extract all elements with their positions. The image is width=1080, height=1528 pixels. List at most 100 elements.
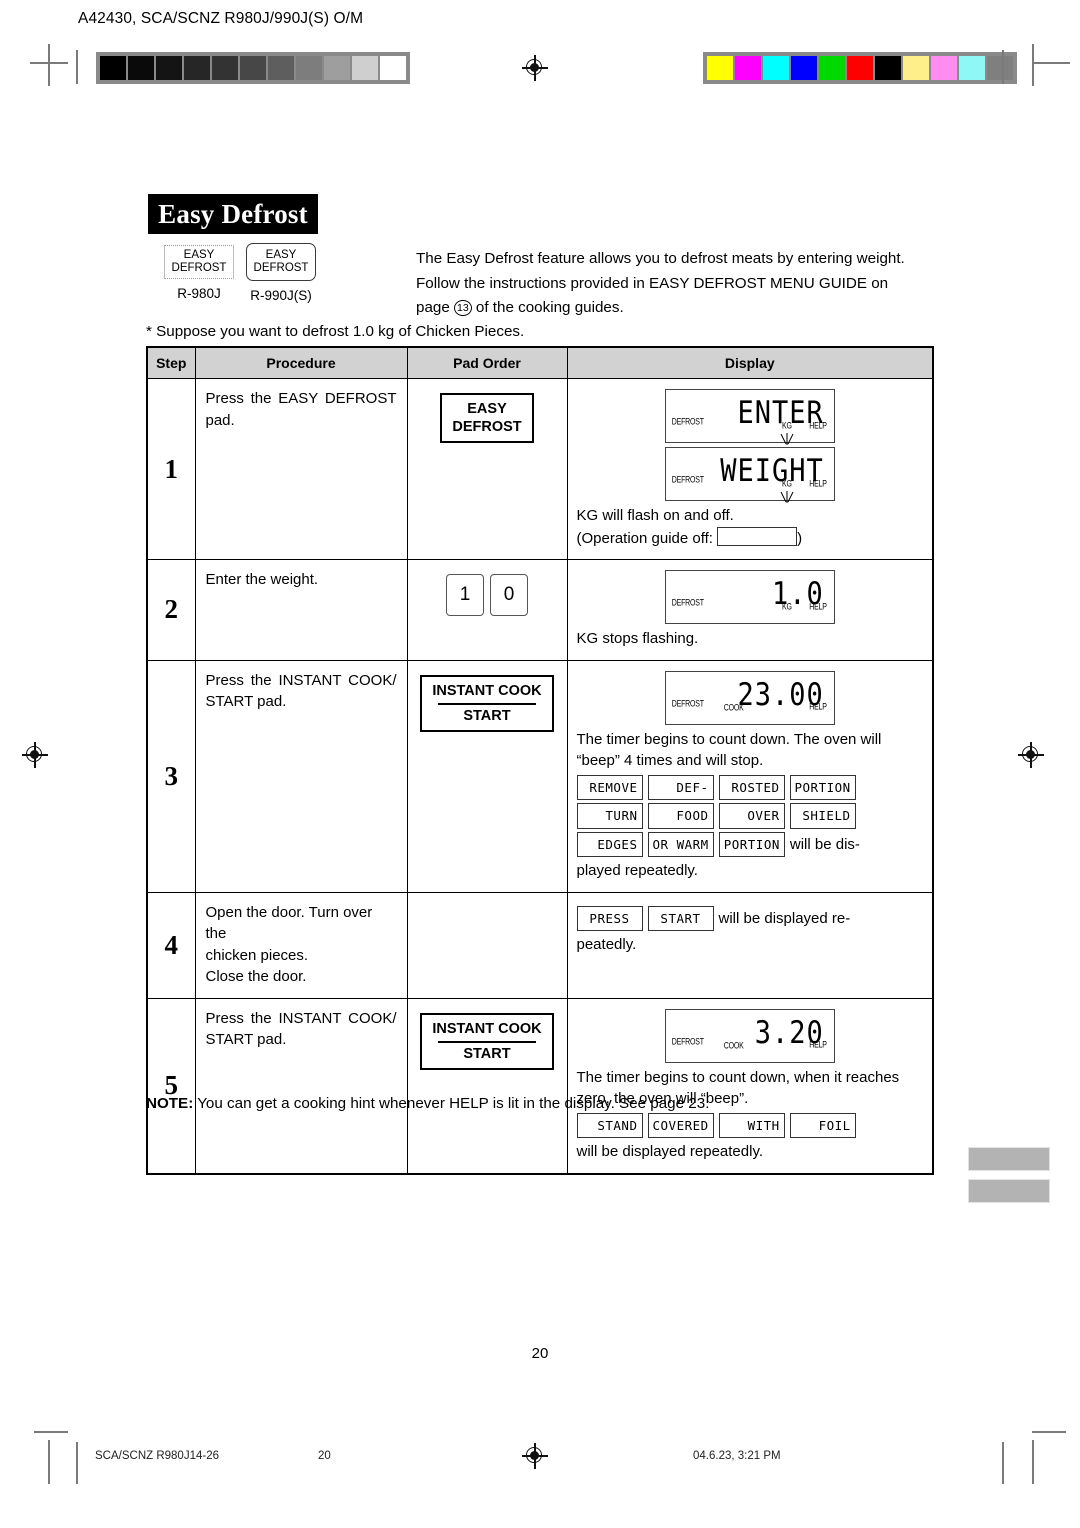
lcd-indicator-help: HELP [809,479,827,489]
swatch-8 [324,56,350,80]
swatch-9 [352,56,378,80]
crop-mark-bl-v [48,1440,50,1484]
swatch-10 [987,56,1013,80]
flashing-rays-icon [778,432,794,445]
column-header-display: Display [566,346,934,379]
pad-order-cell: 10 [406,559,568,661]
pad-button-line2: START [463,707,511,724]
lcd-token-tail: will be dis- [789,835,860,853]
pad-label-line2: DEFROST [253,262,309,274]
lcd-token: PORTION [718,831,785,857]
table-body: 1 Press the EASY DEFROST pad. EASY DEFROST D… [146,378,934,1174]
lcd-token-row: EDGES OR WARM PORTION will be dis- [576,831,924,857]
lcd-token: TURN [576,803,643,829]
lcd-indicator-help: HELP [809,421,827,431]
pad-order-cell: EASY DEFROST [406,378,568,560]
lcd-indicator-help: HELP [809,602,827,612]
crop-mark-br-v [1032,1440,1034,1484]
lcd-token: REMOVE [576,774,643,800]
registration-target-bottom [522,1443,548,1469]
procedure-table: Step Procedure Pad Order Display 1 Press … [146,346,934,1175]
footer-left: SCA/SCNZ R980J14-26 [95,1450,219,1462]
swatch-0 [100,56,126,80]
note-label: NOTE: [146,1095,194,1112]
swatch-4 [212,56,238,80]
crop-mark-tl-v [48,44,50,86]
swatch-10 [380,56,406,80]
lcd-indicator-cook: COOK [723,1041,744,1052]
number-key[interactable]: 0 [490,574,528,616]
swatch-2 [156,56,182,80]
note-text: You can get a cooking hint whenever HELP… [193,1095,710,1112]
display-cell: PRESS START will be displayed re-peatedly… [566,891,934,999]
intro-line-1: The Easy Defrost feature allows you to d… [416,250,905,267]
crop-mark-tl-h [30,62,68,64]
display-description-2: played repeatedly. [576,862,698,879]
lcd-token: PRESS [576,905,643,931]
swatch-3 [184,56,210,80]
lcd-token-row: PRESS START will be displayed re- [576,905,924,931]
flashing-rays-icon [778,490,794,503]
procedure-text: Press the INSTANT COOK/ START pad. [194,659,408,893]
crop-mark-br-edge [1002,1442,1004,1484]
intro-line-2: Follow the instructions provided in EASY… [416,274,889,292]
procedure-text: Open the door. Turn over the chicken piec… [194,891,408,999]
display-cell: DEFROST 3.20 COOK HELP The timer begins to c… [566,997,934,1174]
footer-right: 04.6.23, 3:21 PM [693,1450,781,1462]
pad-button[interactable]: INSTANT COOK START [420,1012,554,1070]
pad-label-line2: DEFROST [171,262,227,274]
operation-guide-blank-box [717,526,798,546]
easy-defrost-pad-dotted: EASY DEFROST [164,245,234,279]
crop-mark-bl-h [34,1431,68,1433]
color-calibration-strip [703,52,1017,84]
procedure-line: Close the door. [205,968,307,985]
pad-label-line1: EASY [265,249,297,261]
intro-paragraph: The Easy Defrost feature allows you to d… [416,247,936,321]
lcd-panel: DEFROST 3.20 COOK HELP [664,1008,835,1063]
model-caption-left: R-980J [177,286,221,301]
table-row: 2 Enter the weight. 1 0 DEFROST 1.0 KG HELP KG s… [146,559,934,661]
lcd-token: STAND [576,1112,643,1138]
lcd-indicator-defrost: DEFROST [671,1037,704,1047]
operation-guide-pre: (Operation guide off: [576,529,718,547]
lcd-indicator-kg: KG [782,602,792,612]
lcd-token: OR WARM [647,831,714,857]
pad-button-line2: START [463,1045,511,1062]
crop-mark-br-h [1032,1431,1066,1433]
intro-line-3: page 13 of the cooking guides. [416,296,936,321]
table-header-row: Step Procedure Pad Order Display [146,346,934,379]
pad-button-line2: DEFROST [452,419,522,435]
pad-illustration-r990js: EASY DEFROST R-990J(S) [246,243,316,303]
step-number: 1 [146,378,196,560]
swatch-1 [735,56,761,80]
lcd-indicator-cook: COOK [723,703,744,714]
display-description: The timer begins to count down. The oven… [576,730,882,770]
number-key[interactable]: 1 [446,574,484,616]
lcd-token-row: TURN FOOD OVER SHIELD [576,803,924,829]
pad-button[interactable]: INSTANT COOK START [420,674,554,732]
lcd-panel: DEFROST 23.00 COOK HELP [664,670,835,725]
swatch-8 [931,56,957,80]
swatch-5 [847,56,873,80]
crop-mark-tr-h [1032,62,1070,64]
pad-order-cell [406,891,568,999]
swatch-0 [707,56,733,80]
footer-center: 20 [318,1450,331,1462]
document-page: A42430, SCA/SCNZ R980J/990J(S) O/M Easy … [0,0,1080,1528]
lcd-token: WITH [718,1112,785,1138]
pad-button[interactable]: EASY DEFROST [440,393,534,443]
lcd-indicator-help: HELP [809,1040,827,1051]
procedure-line: chicken pieces. [205,946,309,964]
lcd-token-tail: will be displayed re- [718,909,851,927]
step-number: 5 [146,997,196,1174]
swatch-1 [128,56,154,80]
display-cell: DEFROST 1.0 KG HELP KG stops flashing. [566,559,934,661]
margin-bar-1 [968,1147,1050,1171]
margin-bar-2 [968,1179,1050,1203]
display-description: KG stops flashing. [576,630,699,647]
pad-illustration-r980j: EASY DEFROST R-980J [164,245,234,301]
note-line: NOTE: You can get a cooking hint wheneve… [146,1095,709,1112]
model-caption-right: R-990J(S) [250,288,312,303]
swatch-2 [763,56,789,80]
operation-guide-note: (Operation guide off: ) [576,526,924,550]
